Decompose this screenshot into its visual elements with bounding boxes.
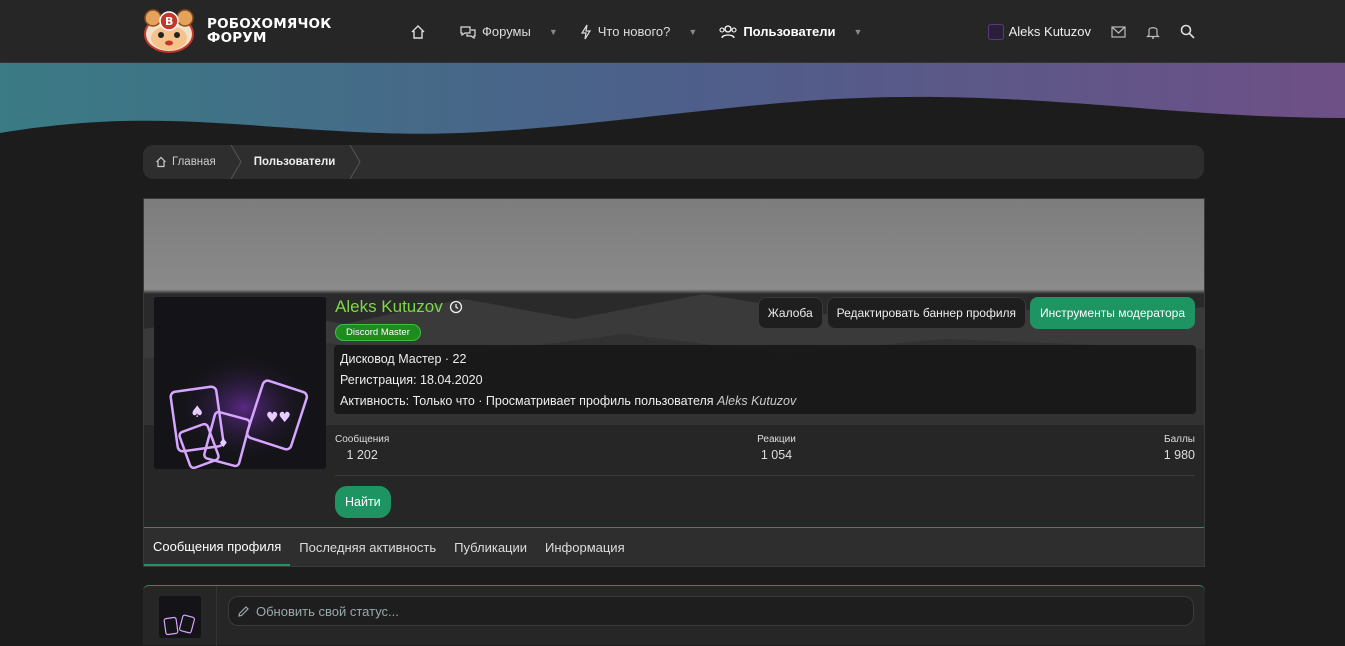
envelope-icon[interactable] (1111, 25, 1126, 38)
breadcrumb-separator (230, 145, 242, 179)
playing-cards-icon (159, 596, 201, 638)
tab-about[interactable]: Информация (536, 528, 634, 566)
nav-whats-new-label: Что нового? (597, 24, 671, 39)
pencil-icon (238, 605, 249, 617)
activity-user-link[interactable]: Aleks Kutuzov (717, 394, 796, 408)
home-icon (156, 156, 166, 168)
stat-reactions[interactable]: Реакции 1 054 (757, 434, 796, 464)
svg-text:♠: ♠ (190, 402, 204, 421)
playing-cards-icon: ♠ ♥♥ ♦ (154, 297, 326, 469)
hamster-logo-icon: B (144, 9, 194, 53)
chevron-down-icon[interactable]: ▼ (688, 27, 697, 37)
nav-whats-new[interactable]: Что нового? ▼ (580, 24, 697, 40)
site-logo[interactable]: B РОБОХОМЯЧОК ФОРУМ (143, 8, 331, 54)
nav-forums-label: Форумы (482, 24, 531, 39)
stat-value: 1 054 (760, 448, 793, 462)
svg-text:♥♥: ♥♥ (266, 410, 291, 426)
nav-forums[interactable]: Форумы ▼ (460, 24, 558, 39)
top-navigation-bar: B РОБОХОМЯЧОК ФОРУМ Форумы ▼ Что нового?… (0, 0, 1345, 63)
nav-home[interactable] (410, 24, 426, 40)
tab-profile-posts[interactable]: Сообщения профиля (144, 528, 291, 566)
breadcrumb-home-label: Главная (172, 156, 216, 168)
stat-messages[interactable]: Сообщения 1 202 (335, 434, 389, 464)
avatar (987, 23, 1004, 40)
user-banner-badge: Discord Master (335, 324, 421, 341)
profile-username-text: Aleks Kutuzov (335, 297, 443, 316)
account-link[interactable]: Aleks Kutuzov (987, 23, 1091, 40)
stat-value: 1 202 (346, 448, 378, 462)
chevron-down-icon[interactable]: ▼ (854, 27, 863, 37)
account-username: Aleks Kutuzov (1008, 24, 1091, 39)
stat-label: Баллы (1164, 434, 1195, 445)
account-nav: Aleks Kutuzov (987, 0, 1195, 63)
registration-date: Регистрация: 18.04.2020 (340, 373, 483, 387)
svg-text:B: B (165, 15, 173, 28)
divider (335, 475, 1195, 476)
breadcrumb-separator (349, 145, 361, 179)
edit-banner-button[interactable]: Редактировать баннер профиля (826, 297, 1027, 329)
profile-action-buttons: Жалоба Редактировать баннер профиля Инст… (757, 297, 1195, 329)
activity-text: Активность: Только что · Просматривает п… (340, 394, 718, 408)
breadcrumb: Главная Пользователи (143, 145, 1204, 179)
logo-line-1: РОБОХОМЯЧОК (207, 16, 332, 32)
activity-line: Активность: Только что · Просматривает п… (340, 391, 1190, 412)
home-icon (411, 24, 425, 39)
lightning-icon (580, 24, 591, 39)
moderator-tools-button[interactable]: Инструменты модератора (1030, 297, 1195, 329)
find-button[interactable]: Найти (335, 486, 391, 518)
breadcrumb-members-label: Пользователи (253, 156, 336, 168)
header-wave (0, 63, 1345, 134)
svg-text:♦: ♦ (218, 436, 229, 450)
user-title-line: Дисковод Мастер · 22 (340, 352, 467, 366)
avatar[interactable] (159, 596, 201, 638)
status-placeholder: Обновить свой статус... (256, 603, 399, 619)
stat-label: Сообщения (335, 434, 390, 445)
status-input[interactable]: Обновить свой статус... (228, 596, 1194, 626)
profile-stats: Сообщения 1 202 Реакции 1 054 Баллы 1 98… (335, 434, 1195, 464)
tab-postings[interactable]: Публикации (445, 528, 536, 566)
users-icon (719, 24, 737, 38)
breadcrumb-home[interactable]: Главная (143, 145, 230, 179)
stat-label: Реакции (757, 434, 796, 445)
profile-username: Aleks Kutuzov (335, 297, 463, 317)
logo-line-2: ФОРУМ (207, 30, 267, 46)
profile-avatar[interactable]: ♠ ♥♥ ♦ (154, 297, 326, 469)
profile-info-block: Дисковод Мастер · 22 Регистрация: 18.04.… (334, 345, 1196, 414)
report-button[interactable]: Жалоба (757, 297, 823, 329)
stat-points[interactable]: Баллы 1 980 (1164, 434, 1195, 464)
nav-members-label: Пользователи (743, 24, 836, 39)
status-avatar-column (143, 586, 217, 646)
search-icon[interactable] (1180, 24, 1195, 39)
tab-latest-activity[interactable]: Последняя активность (290, 528, 445, 566)
status-update-box: Обновить свой статус... (143, 585, 1205, 646)
chat-bubbles-icon (460, 25, 476, 39)
profile-tabs: Сообщения профиля Последняя активность П… (144, 527, 1204, 566)
profile-card: ♠ ♥♥ ♦ Aleks Kutuzov Discord Master Жало… (143, 198, 1205, 567)
bell-icon[interactable] (1146, 24, 1160, 39)
main-nav: Форумы ▼ Что нового? ▼ Пользователи ▼ (410, 0, 884, 63)
logo-text: РОБОХОМЯЧОК ФОРУМ (207, 17, 331, 45)
chevron-down-icon[interactable]: ▼ (549, 27, 558, 37)
stat-value: 1 980 (1163, 448, 1195, 462)
breadcrumb-members[interactable]: Пользователи (242, 145, 350, 179)
nav-members[interactable]: Пользователи ▼ (719, 24, 862, 39)
history-icon[interactable] (449, 300, 463, 314)
